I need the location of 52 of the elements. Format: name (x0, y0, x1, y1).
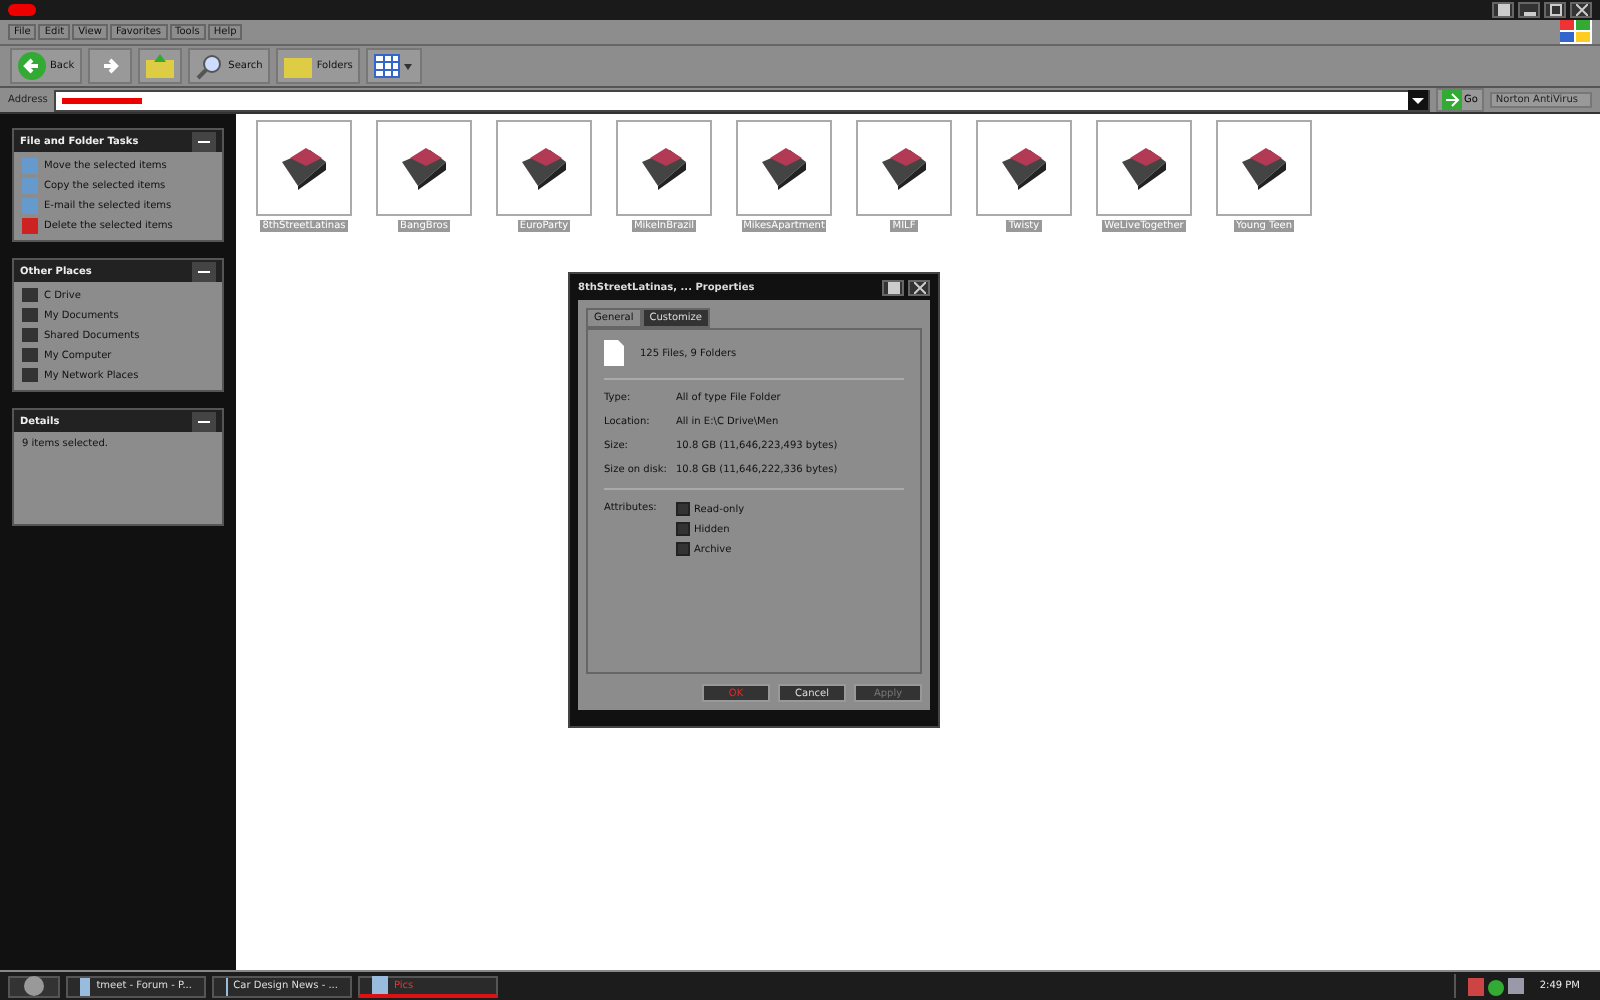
folder-thumbnail[interactable] (376, 120, 472, 216)
folder-thumbnail[interactable] (1096, 120, 1192, 216)
folder-thumbnail[interactable] (616, 120, 712, 216)
windows-logo-icon (1560, 20, 1592, 44)
start-orb-icon (22, 974, 46, 998)
folder-up-icon (146, 52, 175, 80)
folder-thumbnail[interactable] (496, 120, 592, 216)
start-button[interactable] (8, 975, 60, 997)
collapse-icon (192, 261, 216, 281)
folder-icon (998, 146, 1050, 190)
maximize-icon (1549, 4, 1561, 16)
close-button[interactable] (1570, 2, 1592, 18)
folder-icon (638, 146, 690, 190)
folder-icon (1118, 146, 1170, 190)
checkbox[interactable] (676, 502, 690, 516)
folder-thumbnail[interactable] (856, 120, 952, 216)
folder-icon (518, 146, 570, 190)
folder-icon (878, 146, 930, 190)
back-arrow-icon (18, 52, 46, 80)
folder-icon (758, 146, 810, 190)
collapse-icon (192, 411, 216, 431)
folder-icon (284, 52, 313, 80)
help-button[interactable] (1492, 2, 1514, 18)
collapse-icon (192, 131, 216, 151)
window-icon (372, 976, 388, 994)
close-button[interactable] (908, 279, 930, 295)
go-arrow-icon (1441, 90, 1462, 110)
dropdown-icon (1407, 90, 1428, 110)
search-icon (196, 52, 225, 80)
views-grid-icon (374, 52, 415, 80)
folder-thumbnail[interactable] (1216, 120, 1312, 216)
tray-icons-drawing (1467, 977, 1524, 995)
address-field[interactable] (53, 89, 1430, 111)
folder-thumbnail[interactable] (976, 120, 1072, 216)
forward-button[interactable] (88, 48, 133, 84)
folder-icon (398, 146, 450, 190)
redacted-title-mark (8, 4, 36, 16)
up-folder-button[interactable] (138, 48, 183, 84)
minimize-button[interactable] (1518, 2, 1540, 18)
help-button[interactable] (882, 279, 904, 295)
window-icon (80, 977, 91, 995)
folder-thumbnail[interactable] (256, 120, 352, 216)
file-icon (604, 340, 624, 366)
close-icon (1575, 4, 1587, 16)
maximize-button[interactable] (1544, 2, 1566, 18)
checkbox[interactable] (676, 542, 690, 556)
folder-thumbnail[interactable] (736, 120, 832, 216)
folder-icon (278, 146, 330, 190)
views-button[interactable] (366, 48, 423, 84)
folder-icon (1238, 146, 1290, 190)
close-icon (913, 281, 925, 293)
checkbox[interactable] (676, 522, 690, 536)
